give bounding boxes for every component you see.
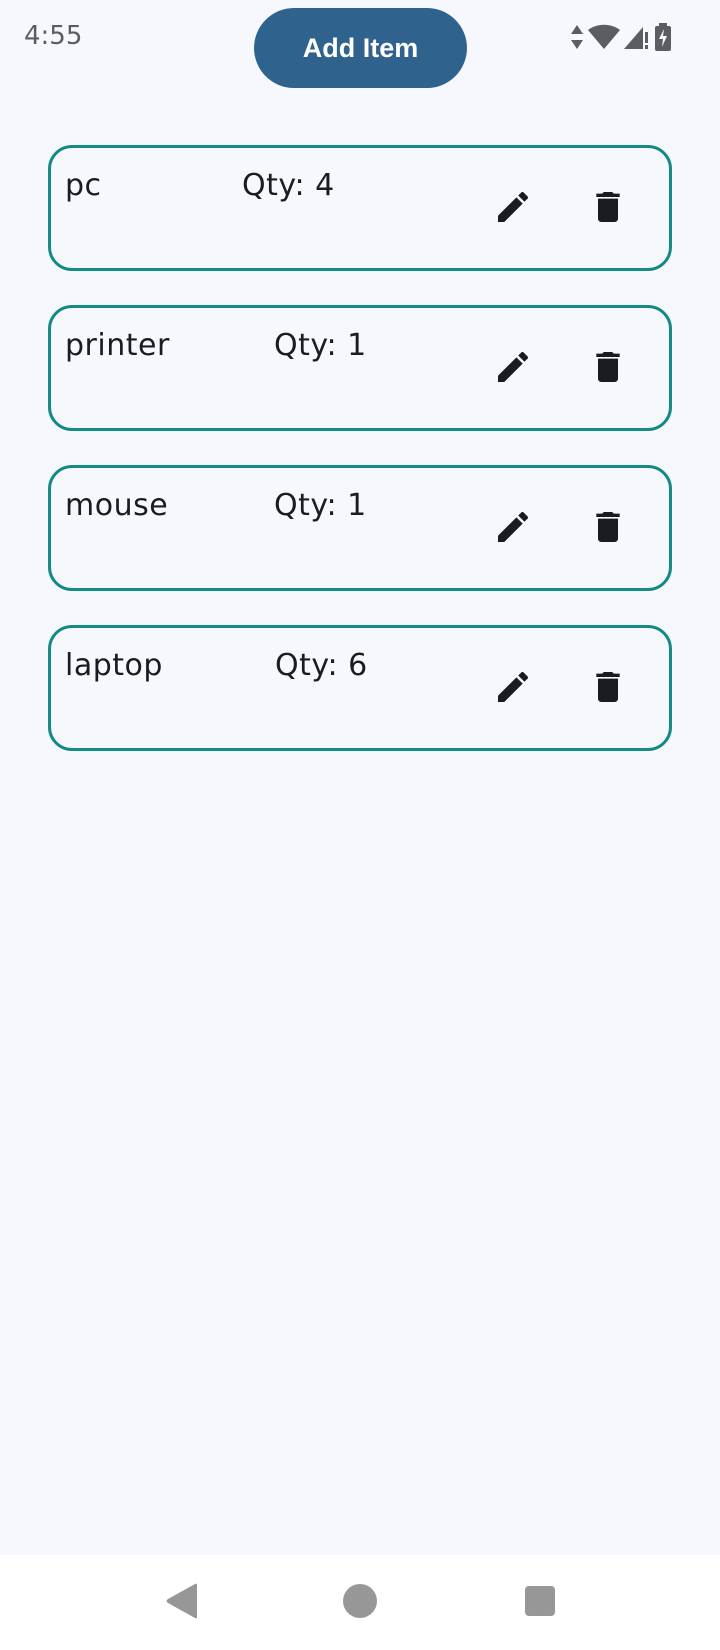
add-item-button[interactable]: Add Item — [254, 8, 467, 88]
item-list: pc Qty: 4 printer Qty: 1 mouse Qty: 1 la… — [48, 145, 672, 785]
list-item: pc Qty: 4 — [48, 145, 672, 271]
list-item: printer Qty: 1 — [48, 305, 672, 431]
pencil-icon — [493, 507, 533, 550]
list-item: mouse Qty: 1 — [48, 465, 672, 591]
delete-button[interactable] — [577, 497, 639, 559]
trash-icon — [588, 507, 628, 550]
data-transfer-icon — [570, 24, 584, 50]
delete-button[interactable] — [577, 177, 639, 239]
edit-button[interactable] — [482, 657, 544, 719]
back-icon — [164, 1582, 200, 1625]
pencil-icon — [493, 187, 533, 230]
edit-button[interactable] — [482, 177, 544, 239]
edit-button[interactable] — [482, 497, 544, 559]
item-quantity: Qty: 1 — [274, 488, 367, 523]
item-name: printer — [65, 328, 170, 363]
system-nav-bar — [0, 1555, 720, 1650]
delete-button[interactable] — [577, 657, 639, 719]
home-icon — [342, 1583, 378, 1624]
home-button[interactable] — [338, 1581, 382, 1625]
wifi-icon — [588, 24, 620, 50]
item-name: laptop — [65, 648, 163, 683]
trash-icon — [588, 667, 628, 710]
edit-button[interactable] — [482, 337, 544, 399]
back-button[interactable] — [160, 1581, 204, 1625]
battery-charging-icon — [654, 23, 672, 51]
recents-icon — [524, 1585, 556, 1622]
item-name: mouse — [65, 488, 169, 523]
item-name: pc — [65, 168, 102, 203]
item-quantity: Qty: 4 — [242, 168, 335, 203]
trash-icon — [588, 187, 628, 230]
item-quantity: Qty: 6 — [275, 648, 368, 683]
trash-icon — [588, 347, 628, 390]
recents-button[interactable] — [518, 1581, 562, 1625]
signal-icon — [624, 24, 650, 50]
item-quantity: Qty: 1 — [274, 328, 367, 363]
delete-button[interactable] — [577, 337, 639, 399]
pencil-icon — [493, 347, 533, 390]
pencil-icon — [493, 667, 533, 710]
status-icons — [570, 20, 672, 54]
list-item: laptop Qty: 6 — [48, 625, 672, 751]
status-time: 4:55 — [24, 21, 83, 51]
